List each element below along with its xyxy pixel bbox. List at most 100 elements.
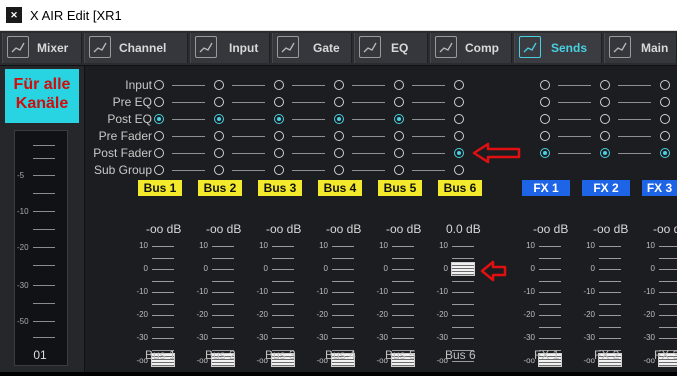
tab-mixer[interactable]: Mixer — [2, 33, 82, 63]
tab-eq[interactable]: EQ — [354, 33, 428, 63]
strip-name-bus-2: Bus 2 — [205, 348, 236, 362]
bus-5-tap-pre-eq-radio[interactable] — [394, 97, 404, 107]
fx-3-tap-pre-fader-radio[interactable] — [660, 131, 670, 141]
bus-1-tap-pre-fader-radio[interactable] — [154, 131, 164, 141]
bus-tag-1[interactable]: Bus 1 — [138, 180, 182, 196]
fx-1-tap-post-fader-radio[interactable] — [540, 148, 550, 158]
mixer-faders-icon — [7, 36, 29, 58]
fader-scale-label: -10 — [136, 287, 148, 296]
bus-5-tap-post-fader-radio[interactable] — [394, 148, 404, 158]
fx-tag-2[interactable]: FX 2 — [582, 180, 630, 196]
bus-tag-2[interactable]: Bus 2 — [198, 180, 242, 196]
bus-6-tap-pre-eq-radio[interactable] — [454, 97, 464, 107]
tab-comp[interactable]: Comp — [430, 33, 512, 63]
fx-2-tap-post-eq-radio[interactable] — [600, 114, 610, 124]
bus-5-tap-input-radio[interactable] — [394, 80, 404, 90]
bus-6-tap-sub-group-radio[interactable] — [454, 165, 464, 175]
channel-fader[interactable]: -5 -10 -20 -30 -50 — [14, 130, 68, 366]
fx-1-tap-pre-fader-radio[interactable] — [540, 131, 550, 141]
fader-tick — [332, 281, 354, 282]
fader-knob[interactable] — [451, 262, 475, 276]
fx-2-tap-input-radio[interactable] — [600, 80, 610, 90]
fx-3-tap-input-radio[interactable] — [660, 80, 670, 90]
bus-1-tap-sub-group-radio[interactable] — [154, 165, 164, 175]
bus-4-tap-input-radio[interactable] — [334, 80, 344, 90]
bus-tag-4[interactable]: Bus 4 — [318, 180, 362, 196]
fx-1-tap-post-eq-radio[interactable] — [540, 114, 550, 124]
fader-tick — [212, 281, 234, 282]
bus-3-tap-pre-eq-radio[interactable] — [274, 97, 284, 107]
bus-tag-3[interactable]: Bus 3 — [258, 180, 302, 196]
bus-2-tap-input-radio[interactable] — [214, 80, 224, 90]
tab-main[interactable]: Main — [604, 33, 677, 63]
scale-tick — [33, 145, 55, 146]
bus-4-tap-pre-fader-radio[interactable] — [334, 131, 344, 141]
bus-4-tap-pre-eq-radio[interactable] — [334, 97, 344, 107]
bus-2-tap-post-eq-radio[interactable] — [214, 114, 224, 124]
fx-3-tap-post-fader-radio[interactable] — [660, 148, 670, 158]
tab-channel[interactable]: Channel — [84, 33, 188, 63]
bus-2-tap-pre-fader-radio[interactable] — [214, 131, 224, 141]
fader-tick — [272, 281, 294, 282]
bus-6-tap-post-eq-radio[interactable] — [454, 114, 464, 124]
bus-4-tap-sub-group-radio[interactable] — [334, 165, 344, 175]
bus-3-tap-pre-fader-radio[interactable] — [274, 131, 284, 141]
bus-4-tap-post-eq-radio[interactable] — [334, 114, 344, 124]
bus-2-tap-sub-group-radio[interactable] — [214, 165, 224, 175]
strip-name-fx-1: FX 1 — [534, 348, 560, 362]
fx-1-tap-input-radio[interactable] — [540, 80, 550, 90]
fx-2-tap-pre-fader-radio[interactable] — [600, 131, 610, 141]
strip-name-bus-6: Bus 6 — [445, 348, 476, 362]
fx-3-tap-pre-eq-radio[interactable] — [660, 97, 670, 107]
fx-2-tap-post-fader-radio[interactable] — [600, 148, 610, 158]
fader-tick — [212, 315, 234, 316]
bus-1-tap-pre-eq-radio[interactable] — [154, 97, 164, 107]
bus-2-tap-pre-eq-radio[interactable] — [214, 97, 224, 107]
fx-3-tap-post-eq-radio[interactable] — [660, 114, 670, 124]
fx-tag-3[interactable]: FX 3 — [642, 180, 677, 196]
fader-tick — [452, 327, 474, 328]
strip-name-fx-2: FX 2 — [594, 348, 620, 362]
fader-tick — [539, 304, 561, 305]
fader-tick — [212, 246, 234, 247]
channel-number: 01 — [33, 348, 47, 362]
bus-3-tap-post-fader-radio[interactable] — [274, 148, 284, 158]
channel-scale-label: -30 — [17, 281, 29, 290]
bus-5-tap-sub-group-radio[interactable] — [394, 165, 404, 175]
bus-5-tap-pre-fader-radio[interactable] — [394, 131, 404, 141]
tab-gate[interactable]: Gate — [272, 33, 352, 63]
bus-6-tap-post-fader-radio[interactable] — [454, 148, 464, 158]
bus-3-tap-post-eq-radio[interactable] — [274, 114, 284, 124]
tap-label-post-fader: Post Fader — [93, 146, 152, 160]
fader-tick — [272, 258, 294, 259]
bus-3-tap-sub-group-radio[interactable] — [274, 165, 284, 175]
fader-tick — [599, 258, 621, 259]
bus-tag-6[interactable]: Bus 6 — [438, 180, 482, 196]
fx-tag-1[interactable]: FX 1 — [522, 180, 570, 196]
bus-3-tap-input-radio[interactable] — [274, 80, 284, 90]
fader-tick — [539, 281, 561, 282]
fader-tick — [452, 304, 474, 305]
bus-1-tap-post-fader-radio[interactable] — [154, 148, 164, 158]
bus-1-tap-post-eq-radio[interactable] — [154, 114, 164, 124]
row-divider — [292, 119, 325, 120]
fader-tick — [332, 327, 354, 328]
bus-1-tap-input-radio[interactable] — [154, 80, 164, 90]
tab-input[interactable]: Input — [190, 33, 270, 63]
fader-scale-label: 0 — [263, 264, 268, 273]
bus-4-tap-post-fader-radio[interactable] — [334, 148, 344, 158]
fader-tick — [272, 269, 294, 270]
fx-2-tap-pre-eq-radio[interactable] — [600, 97, 610, 107]
fader-tick — [452, 338, 474, 339]
fx-1-tap-pre-eq-radio[interactable] — [540, 97, 550, 107]
bus-tag-5[interactable]: Bus 5 — [378, 180, 422, 196]
row-divider — [292, 170, 325, 171]
tab-sends[interactable]: Sends — [514, 33, 602, 63]
tap-point-labels: Input Pre EQ Post EQ Pre Fader Post Fade… — [86, 78, 152, 180]
bus-6-tap-pre-fader-radio[interactable] — [454, 131, 464, 141]
bus-6-tap-input-radio[interactable] — [454, 80, 464, 90]
fader-scale-label: 0 — [383, 264, 388, 273]
fader-tick — [392, 269, 414, 270]
bus-2-tap-post-fader-radio[interactable] — [214, 148, 224, 158]
bus-5-tap-post-eq-radio[interactable] — [394, 114, 404, 124]
